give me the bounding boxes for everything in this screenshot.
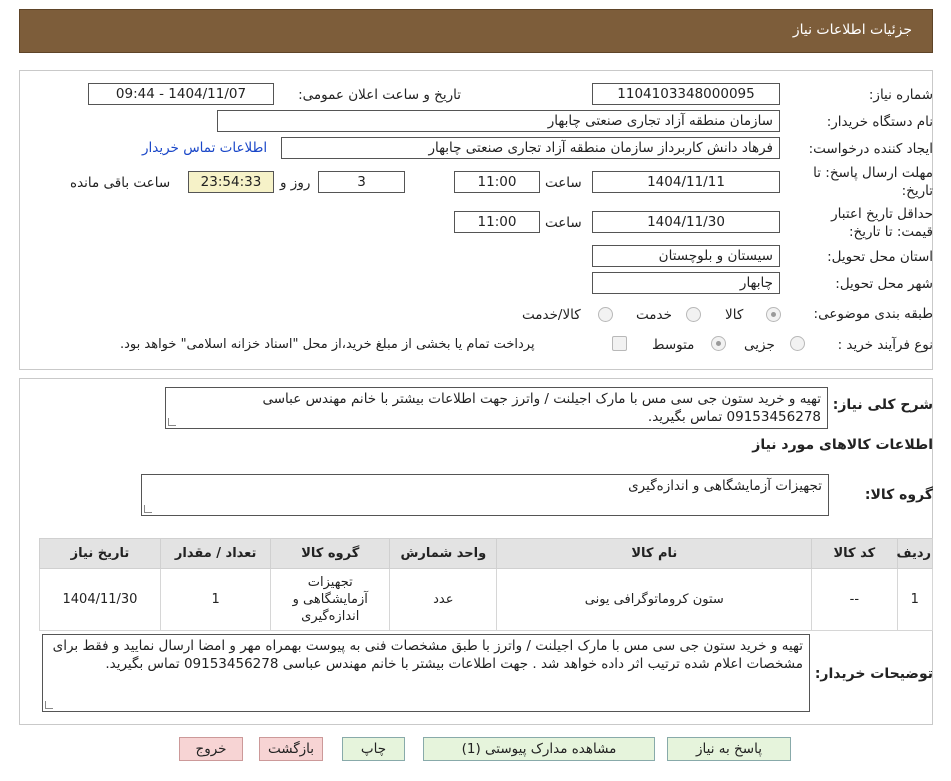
remaining-time-field: 23:54:33 (188, 171, 274, 193)
category-service-radio[interactable] (686, 307, 701, 322)
category-both-radio[interactable] (598, 307, 613, 322)
buyer-notes-text: تهیه و خرید ستون جی سی مس با مارک اجیلنت… (52, 638, 803, 672)
days-field[interactable]: 3 (318, 171, 405, 193)
goods-group-text: تجهیزات آزمایشگاهی و اندازه‌گیری (628, 478, 822, 494)
process-medium-radio[interactable] (711, 336, 726, 351)
need-number-field[interactable]: 1104103348000095 (592, 83, 780, 105)
col-quantity: تعداد / مقدار (159, 538, 272, 569)
creator-label: ایجاد کننده درخواست: (808, 141, 933, 157)
goods-section-title: اطلاعات کالاهای مورد نیاز (752, 437, 933, 453)
description-textarea[interactable]: تهیه و خرید ستون جی سی مس با مارک اجیلنت… (165, 387, 828, 429)
col-goods-group: گروه کالا (270, 538, 391, 569)
buyer-notes-label: توضیحات خریدار: (814, 666, 933, 682)
reply-to-need-button[interactable]: پاسخ به نیاز (667, 737, 791, 761)
validity-date-field[interactable]: 1404/11/30 (592, 211, 780, 233)
goods-group-textarea[interactable]: تجهیزات آزمایشگاهی و اندازه‌گیری (141, 474, 829, 516)
cell-row-number: 1 (896, 568, 934, 631)
buyer-org-label: نام دستگاه خریدار: (826, 114, 933, 130)
reply-deadline-label: مهلت ارسال پاسخ: تا (813, 165, 933, 181)
price-validity-label: حداقل تاریخ اعتبار (831, 206, 933, 222)
description-text: تهیه و خرید ستون جی سی مس با مارک اجیلنت… (262, 391, 821, 425)
reply-time-label: ساعت (545, 175, 582, 191)
page-title: جزئیات اطلاعات نیاز (792, 22, 912, 38)
payment-note: پرداخت تمام یا بخشی از مبلغ خرید،از محل … (120, 337, 535, 352)
category-service-label: خدمت (636, 307, 672, 323)
days-label: روز و (280, 175, 311, 191)
need-number-label: شماره نیاز: (868, 87, 933, 103)
process-minor-radio[interactable] (790, 336, 805, 351)
treasury-payment-checkbox[interactable] (612, 336, 627, 351)
category-goods-label: کالا (725, 307, 744, 323)
reply-deadline-label-2: تاریخ: (901, 183, 933, 199)
process-type-label: نوع فرآیند خرید : (837, 337, 933, 353)
cell-quantity: 1 (159, 568, 272, 631)
remaining-label: ساعت باقی مانده (70, 175, 171, 191)
price-validity-label-2: قیمت: تا تاریخ: (849, 224, 933, 240)
col-goods-code: کد کالا (811, 538, 898, 569)
validity-time-label: ساعت (545, 215, 582, 231)
col-need-date: تاریخ نیاز (39, 538, 161, 569)
category-both-label: کالا/خدمت (522, 307, 581, 323)
cell-need-date: 1404/11/30 (39, 568, 161, 631)
cell-goods-code: -- (811, 568, 898, 631)
buyer-contact-link[interactable]: اطلاعات تماس خریدار (142, 140, 267, 156)
col-goods-name: نام کالا (496, 538, 813, 569)
process-medium-label: متوسط (652, 337, 695, 353)
description-label: شرح کلی نیاز: (832, 397, 933, 413)
validity-time-field[interactable]: 11:00 (454, 211, 540, 233)
city-field[interactable]: چابهار (592, 272, 780, 294)
province-field[interactable]: سیستان و بلوچستان (592, 245, 780, 267)
col-unit: واحد شمارش (389, 538, 498, 569)
reply-time-field[interactable]: 11:00 (454, 171, 540, 193)
buyer-notes-textarea[interactable]: تهیه و خرید ستون جی سی مس با مارک اجیلنت… (42, 634, 810, 712)
announce-field[interactable]: 1404/11/07 - 09:44 (88, 83, 274, 105)
page-header: جزئیات اطلاعات نیاز (19, 9, 933, 53)
province-label: استان محل تحویل: (827, 249, 933, 265)
print-button[interactable]: چاپ (342, 737, 405, 761)
col-row-number: ردیف (896, 538, 934, 569)
reply-date-field[interactable]: 1404/11/11 (592, 171, 780, 193)
resize-grip-icon[interactable] (168, 418, 176, 426)
creator-field[interactable]: فرهاد دانش کاربرداز سازمان منطقه آزاد تج… (281, 137, 780, 159)
goods-group-label: گروه کالا: (864, 487, 933, 503)
exit-button[interactable]: خروج (179, 737, 243, 761)
buyer-org-field[interactable]: سازمان منطقه آزاد تجاری صنعتی چابهار (217, 110, 780, 132)
category-goods-radio[interactable] (766, 307, 781, 322)
view-attachments-button[interactable]: مشاهده مدارک پیوستی (1) (423, 737, 655, 761)
goods-table: ردیف کد کالا نام کالا واحد شمارش گروه کا… (39, 538, 934, 631)
table-row[interactable]: 1 -- ستون کروماتوگرافی یونی عدد تجهیزات … (39, 568, 934, 631)
category-label: طبقه بندی موضوعی: (813, 306, 933, 322)
announce-label: تاریخ و ساعت اعلان عمومی: (298, 87, 461, 103)
process-minor-label: جزیی (744, 337, 775, 353)
back-button[interactable]: بازگشت (259, 737, 323, 761)
resize-grip-icon[interactable] (144, 505, 152, 513)
cell-goods-name: ستون کروماتوگرافی یونی (496, 568, 813, 631)
goods-table-header: ردیف کد کالا نام کالا واحد شمارش گروه کا… (39, 538, 934, 569)
cell-unit: عدد (389, 568, 498, 631)
resize-grip-icon[interactable] (45, 701, 53, 709)
cell-goods-group: تجهیزات آزمایشگاهی و اندازه‌گیری (270, 568, 391, 631)
city-label: شهر محل تحویل: (835, 276, 933, 292)
